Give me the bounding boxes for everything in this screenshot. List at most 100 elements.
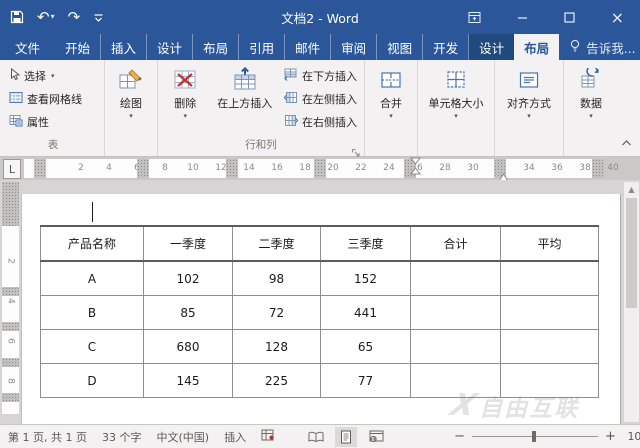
table-cell[interactable]: B [40, 295, 144, 330]
page-indicator[interactable]: 第 1 页, 共 1 页 [8, 429, 87, 445]
tab-开始[interactable]: 开始 [55, 34, 100, 60]
rows-columns-dialog-launcher-icon[interactable] [351, 143, 361, 157]
table-header-row: 产品名称 一季度 二季度 三季度 合计 平均 [40, 225, 599, 262]
tab-设计[interactable]: 设计 [146, 34, 192, 60]
table-cell[interactable]: 680 [143, 329, 233, 364]
data-button[interactable]: 数据 ▾ [575, 63, 607, 137]
table-cell[interactable]: 102 [143, 260, 233, 296]
undo-button[interactable]: ↶ ▾ [37, 9, 55, 25]
table-cell[interactable] [410, 260, 501, 296]
table-cell[interactable]: 152 [320, 260, 411, 296]
select-button[interactable]: 选择 ▾ [5, 65, 101, 87]
merge-button[interactable]: 合并 ▾ [375, 63, 407, 137]
header-cell[interactable]: 一季度 [143, 225, 233, 262]
table-row-marker[interactable] [2, 393, 19, 402]
insert-right-button[interactable]: 在右侧插入 [280, 111, 361, 133]
scroll-up-icon[interactable]: ▲ [624, 182, 639, 196]
save-icon[interactable] [10, 10, 24, 24]
tab-视图[interactable]: 视图 [376, 34, 422, 60]
close-icon[interactable]: × [611, 8, 624, 27]
undo-dropdown-icon[interactable]: ▾ [51, 13, 55, 21]
tab-table-layout[interactable]: 布局 [514, 34, 560, 60]
view-gridlines-button[interactable]: 查看网格线 [5, 88, 101, 110]
table-column-marker[interactable] [226, 159, 238, 178]
insert-left-button[interactable]: 在左侧插入 [280, 88, 361, 110]
table-row-marker[interactable] [2, 322, 19, 331]
word-count[interactable]: 33 个字 [102, 429, 142, 445]
web-layout-icon[interactable] [365, 427, 387, 447]
table-column-marker[interactable] [592, 159, 604, 178]
insert-above-button[interactable]: 在上方插入 [209, 63, 280, 137]
table-cell[interactable]: 72 [232, 295, 321, 330]
insert-below-button[interactable]: 在下方插入 [280, 65, 361, 87]
draw-table-button[interactable]: 绘图 ▾ [114, 63, 148, 137]
tab-审阅[interactable]: 审阅 [330, 34, 376, 60]
table-cell[interactable]: C [40, 329, 144, 364]
table-cell[interactable] [500, 329, 599, 364]
table-cell[interactable] [500, 260, 599, 296]
tab-开发[interactable]: 开发 [422, 34, 468, 60]
tab-邮件[interactable]: 邮件 [284, 34, 330, 60]
header-cell[interactable]: 二季度 [232, 225, 321, 262]
vertical-ruler[interactable]: 2 4 6 8 [2, 182, 19, 414]
customize-qat-icon[interactable] [93, 12, 104, 23]
read-mode-icon[interactable] [305, 427, 327, 447]
zoom-slider-thumb[interactable] [531, 431, 536, 442]
cell-size-button[interactable]: 单元格大小 ▾ [425, 63, 488, 137]
document-page[interactable]: 产品名称 一季度 二季度 三季度 合计 平均 A 102 98 152 B 85 72 441 C 680 12… [22, 194, 620, 424]
tab-stop-selector[interactable]: L [3, 159, 21, 179]
table-cell[interactable]: 145 [143, 363, 233, 398]
header-cell[interactable]: 平均 [500, 225, 599, 262]
table-cell[interactable]: 98 [232, 260, 321, 296]
tab-插入[interactable]: 插入 [100, 34, 146, 60]
table-cell[interactable] [500, 363, 599, 398]
header-cell[interactable]: 合计 [410, 225, 501, 262]
table-cell[interactable] [410, 295, 501, 330]
redo-button[interactable]: ↷ [68, 9, 81, 25]
ribbon-display-options-icon[interactable] [468, 11, 481, 24]
horizontal-ruler[interactable]: 246810121416182022242628303234363840 [24, 159, 618, 178]
indent-markers[interactable] [409, 157, 422, 180]
zoom-in-button[interactable]: + [605, 429, 616, 444]
alignment-button[interactable]: 对齐方式 ▾ [503, 63, 555, 137]
tab-table-design[interactable]: 设计 [468, 34, 515, 60]
table-cell[interactable]: 77 [320, 363, 411, 398]
tab-引用[interactable]: 引用 [238, 34, 284, 60]
tab-file[interactable]: 文件 [0, 34, 55, 60]
delete-button[interactable]: 删除 ▾ [161, 63, 209, 137]
vertical-scrollbar[interactable]: ▲ [624, 182, 639, 422]
tab-tellme[interactable]: 告诉我... [559, 34, 640, 60]
header-cell[interactable]: 三季度 [320, 225, 411, 262]
insert-left-icon [283, 91, 298, 107]
table-cell[interactable] [410, 329, 501, 364]
table-row-marker[interactable] [2, 358, 19, 367]
table-column-marker[interactable] [314, 159, 326, 178]
table-cell[interactable]: 441 [320, 295, 411, 330]
group-table: 选择 ▾ 查看网格线 属性 表 [2, 60, 105, 156]
table-cell[interactable]: 85 [143, 295, 233, 330]
table-cell[interactable]: D [40, 363, 144, 398]
table-cell[interactable]: 128 [232, 329, 321, 364]
macro-record-icon[interactable] [261, 429, 275, 444]
table-cell[interactable] [500, 295, 599, 330]
ruler-number: 4 [106, 163, 112, 173]
collapse-ribbon-icon[interactable] [621, 132, 632, 151]
table-cell[interactable]: 225 [232, 363, 321, 398]
table-cell[interactable]: A [40, 260, 144, 296]
minimize-icon[interactable] [517, 12, 528, 23]
maximize-icon[interactable] [563, 11, 575, 23]
table-column-marker[interactable] [34, 159, 46, 178]
tab-布局[interactable]: 布局 [192, 34, 238, 60]
zoom-level[interactable]: 100% [623, 430, 640, 443]
language-indicator[interactable]: 中文(中国) [156, 429, 209, 445]
table-cell[interactable]: 65 [320, 329, 411, 364]
insert-mode-indicator[interactable]: 插入 [224, 429, 246, 445]
scrollbar-thumb[interactable] [626, 198, 637, 308]
table-cell[interactable] [410, 363, 501, 398]
zoom-out-button[interactable]: − [454, 429, 465, 444]
table-column-marker[interactable] [137, 159, 149, 178]
header-cell[interactable]: 产品名称 [40, 225, 144, 262]
print-layout-icon[interactable] [335, 426, 358, 447]
properties-button[interactable]: 属性 [5, 111, 101, 133]
zoom-slider[interactable] [471, 431, 598, 442]
